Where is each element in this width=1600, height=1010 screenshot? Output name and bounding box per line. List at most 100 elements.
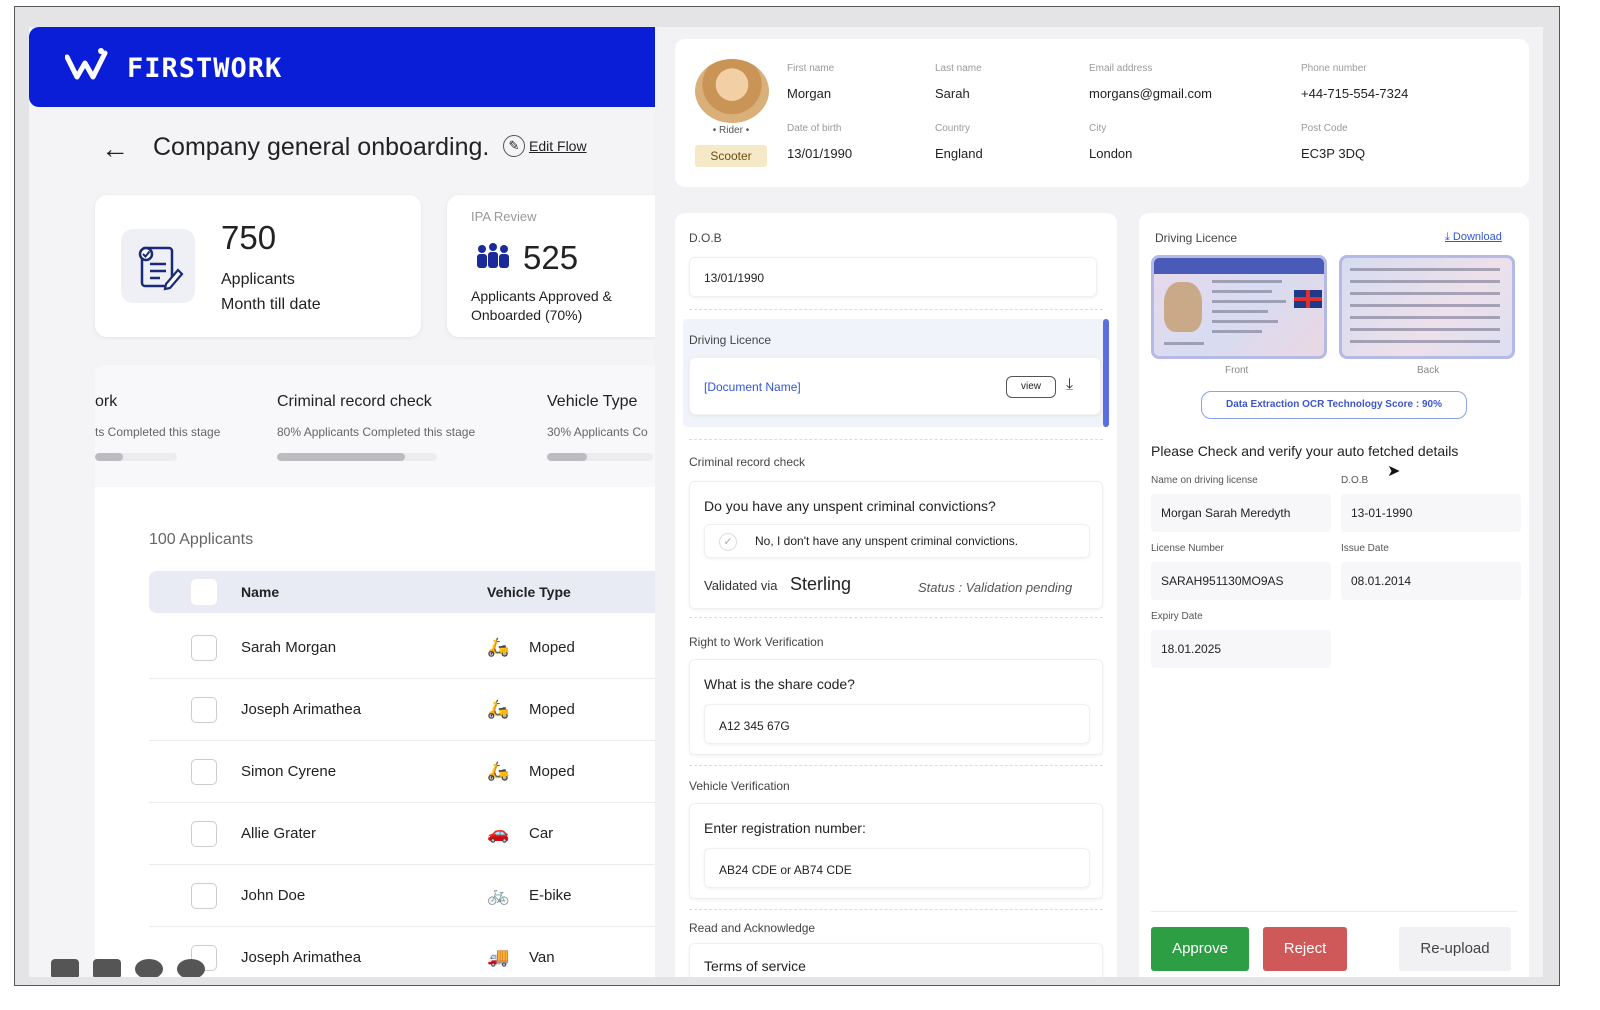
driving-licence-section: Driving Licence [Document Name] view ⤓ — [683, 319, 1109, 427]
applicants-panel: FIRSTWORK ← Company general onboarding. … — [29, 27, 655, 977]
row-checkbox[interactable] — [191, 821, 217, 847]
registration-input[interactable]: AB24 CDE or AB74 CDE — [704, 848, 1090, 888]
view-document-button[interactable]: view — [1006, 376, 1056, 398]
profile-card: • Rider • Scooter First name Morgan Last… — [675, 39, 1529, 187]
table-row[interactable]: Joseph Arimathea 🛵 Moped — [149, 679, 655, 741]
stage-progress-text: 80% Applicants Completed this stage — [277, 425, 476, 439]
dob-field[interactable]: 13/01/1990 — [689, 257, 1097, 297]
licence-front-image[interactable] — [1151, 255, 1327, 359]
more-icon[interactable] — [135, 959, 163, 977]
stage-vehicle-type[interactable]: Vehicle Type 30% Applicants Co — [547, 393, 653, 461]
video-controls — [51, 959, 205, 977]
terms-box[interactable]: Terms of service — [689, 943, 1103, 977]
field-value: Sarah — [935, 86, 970, 101]
field-key: Expiry Date — [1151, 611, 1203, 622]
stat-subtitle: IPA Review — [471, 209, 537, 224]
field-value-box[interactable]: Morgan Sarah Meredyth — [1151, 494, 1331, 532]
applicant-count: 100 Applicants — [149, 531, 254, 548]
registration-question: Enter registration number: — [704, 820, 866, 836]
stage-criminal-record-check[interactable]: Criminal record check 80% Applicants Com… — [277, 393, 475, 461]
column-header-name[interactable]: Name — [241, 584, 279, 600]
section-label-right-to-work: Right to Work Verification — [689, 635, 824, 649]
share-icon[interactable] — [177, 959, 205, 977]
app-screen: FIRSTWORK ← Company general onboarding. … — [29, 27, 1543, 977]
section-label-read-acknowledge: Read and Acknowledge — [689, 921, 816, 935]
back-arrow-icon[interactable]: ← — [101, 133, 129, 165]
field-key: Name on driving license — [1151, 475, 1258, 486]
document-name-link[interactable]: [Document Name] — [704, 380, 801, 394]
field-value-box[interactable]: SARAH951130MO9AS — [1151, 562, 1331, 600]
stat-value: 525 — [523, 239, 579, 276]
profile-field-country: Country England — [935, 123, 983, 161]
approve-button[interactable]: Approve — [1151, 927, 1249, 971]
stat-value: 750 — [221, 219, 277, 256]
clipboard-checklist-icon — [121, 229, 195, 303]
captions-icon[interactable] — [51, 959, 79, 977]
brand-name: FIRSTWORK — [127, 53, 283, 84]
edit-flow-link[interactable]: ✎ Edit Flow — [503, 135, 587, 157]
licence-header-band — [1154, 258, 1324, 274]
stage-progress-text: ts Completed this stage — [95, 425, 221, 439]
vehicle-type: E-bike — [529, 887, 572, 904]
stat-label-line1: Applicants — [221, 271, 295, 288]
applicant-name: Joseph Arimathea — [241, 949, 362, 966]
table-row[interactable]: Allie Grater 🚗 Car — [149, 803, 655, 865]
reupload-button[interactable]: Re-upload — [1399, 927, 1511, 971]
licence-back-image[interactable] — [1339, 255, 1515, 359]
moped-icon: 🛵 — [487, 637, 510, 657]
table-row[interactable]: Simon Cyrene 🛵 Moped — [149, 741, 655, 803]
verify-field-issue-date: Issue Date 08.01.2014 — [1341, 543, 1521, 600]
vehicle-type: Moped — [529, 763, 575, 780]
row-checkbox[interactable] — [191, 883, 217, 909]
criminal-answer-option[interactable]: ✓ No, I don't have any unspent criminal … — [704, 524, 1090, 558]
criminal-question: Do you have any unspent criminal convict… — [704, 498, 996, 514]
reject-button[interactable]: Reject — [1263, 927, 1347, 971]
verify-message: Please Check and verify your auto fetche… — [1151, 443, 1459, 459]
download-icon[interactable]: ⤓ — [1066, 376, 1073, 394]
rider-label: • Rider • — [712, 125, 750, 136]
column-header-vehicle-type[interactable]: Vehicle Type — [487, 584, 571, 600]
field-value-box[interactable]: 18.01.2025 — [1151, 630, 1331, 668]
stage-right-to-work[interactable]: ork ts Completed this stage — [95, 393, 220, 461]
select-all-checkbox[interactable] — [191, 579, 217, 605]
field-value: London — [1089, 146, 1133, 161]
table-row[interactable]: Joseph Arimathea 🚚 Van — [149, 927, 655, 977]
field-value-box[interactable]: 13-01-1990 — [1341, 494, 1521, 532]
stage-progress-text: 30% Applicants Co — [547, 425, 648, 439]
field-key: First name — [787, 63, 835, 74]
stage-progress-bar — [547, 453, 653, 461]
avatar — [695, 59, 769, 123]
vehicle-verification-box: Enter registration number: AB24 CDE or A… — [689, 803, 1103, 899]
applicant-name: Joseph Arimathea — [241, 701, 362, 718]
share-code-input[interactable]: A12 345 67G — [704, 704, 1090, 744]
table-row[interactable]: John Doe 🚲 E-bike — [149, 865, 655, 927]
page-title: Company general onboarding. — [153, 133, 490, 161]
row-checkbox[interactable] — [191, 635, 217, 661]
row-checkbox[interactable] — [191, 697, 217, 723]
table-row[interactable]: Sarah Morgan 🛵 Moped — [149, 617, 655, 679]
field-key: License Number — [1151, 543, 1224, 554]
licence-photo — [1164, 282, 1202, 332]
field-key: Post Code — [1301, 123, 1348, 134]
verify-field-expiry-date: Expiry Date 18.01.2025 — [1151, 611, 1331, 668]
applicants-table: 100 Applicants Name Vehicle Type Sarah M… — [95, 487, 655, 977]
verify-field-dob: D.O.B 13-01-1990 — [1341, 475, 1521, 532]
uk-flag-icon — [1294, 290, 1322, 308]
field-value-box[interactable]: 08.01.2014 — [1341, 562, 1521, 600]
row-checkbox[interactable] — [191, 759, 217, 785]
firstwork-logo-icon — [65, 48, 108, 80]
download-link[interactable]: ⤓ Download — [1445, 231, 1502, 244]
stage-name: ork — [95, 393, 118, 410]
driving-licence-card: Driving Licence ⤓ Download Front Back Da… — [1139, 213, 1529, 977]
field-key: City — [1089, 123, 1107, 134]
stat-label: Applicants Month till date — [221, 267, 321, 317]
profile-field-phone: Phone number +44-715-554-7324 — [1301, 63, 1408, 101]
divider — [689, 617, 1103, 618]
validated-via-label: Validated via — [704, 578, 778, 593]
back-caption: Back — [1417, 365, 1440, 376]
camera-icon[interactable] — [93, 959, 121, 977]
criminal-record-box: Do you have any unspent criminal convict… — [689, 481, 1103, 609]
applicant-name: Allie Grater — [241, 825, 317, 842]
field-key: Last name — [935, 63, 982, 74]
ebike-icon: 🚲 — [487, 885, 510, 905]
